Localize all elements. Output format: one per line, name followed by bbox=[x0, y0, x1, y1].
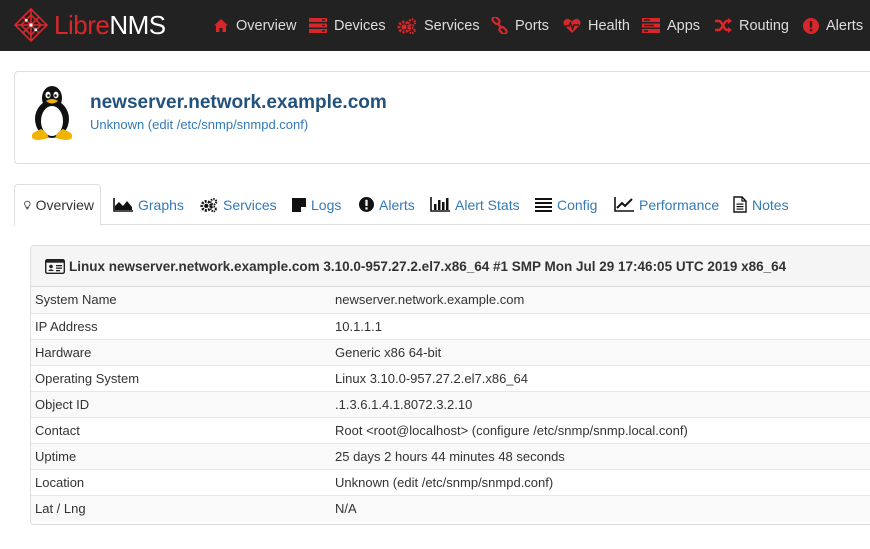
cogs-icon bbox=[397, 17, 417, 34]
nav-alerts-label: Alerts bbox=[826, 17, 864, 34]
area-chart-icon bbox=[113, 197, 133, 212]
tab-config[interactable]: Config bbox=[535, 184, 597, 225]
server-icon bbox=[309, 18, 327, 33]
sticky-note-icon bbox=[292, 197, 306, 212]
file-text-icon bbox=[733, 196, 747, 213]
overview-heading-text: Linux newserver.network.example.com 3.10… bbox=[69, 258, 787, 274]
device-location-link[interactable]: Unknown (edit /etc/snmp/snmpd.conf) bbox=[90, 117, 308, 132]
lightbulb-icon bbox=[24, 200, 31, 210]
table-row: Lat / Lng N/A bbox=[31, 494, 870, 521]
cogs-icon bbox=[200, 197, 218, 212]
brand-name: LibreNMS bbox=[54, 9, 166, 41]
device-overview-panel: Linux newserver.network.example.com 3.10… bbox=[30, 245, 870, 525]
tasks-icon bbox=[642, 18, 660, 33]
nav-ports[interactable]: Ports bbox=[491, 0, 549, 51]
nav-devices-label: Devices bbox=[334, 17, 386, 34]
row-value: 25 days 2 hours 44 minutes 48 seconds bbox=[335, 442, 870, 469]
nav-routing-label: Routing bbox=[739, 17, 789, 34]
row-key: Location bbox=[31, 468, 335, 495]
tab-overview[interactable]: Overview bbox=[14, 184, 101, 226]
nav-alerts[interactable]: Alerts bbox=[803, 0, 863, 51]
tab-notes[interactable]: Notes bbox=[733, 184, 789, 225]
align-justify-icon bbox=[535, 197, 552, 212]
tab-logs-label: Logs bbox=[311, 196, 342, 213]
row-value: Unknown (edit /etc/snmp/snmpd.conf) bbox=[335, 468, 870, 495]
table-row: Operating System Linux 3.10.0-957.27.2.e… bbox=[31, 364, 870, 391]
tab-performance-label: Performance bbox=[639, 196, 720, 213]
exclamation-circle-icon bbox=[359, 197, 374, 212]
nav-apps[interactable]: Apps bbox=[642, 0, 700, 51]
row-value: Generic x86 64-bit bbox=[335, 338, 870, 365]
top-navbar: LibreNMS Overview Devices Services Ports bbox=[0, 0, 870, 51]
nav-overview[interactable]: Overview bbox=[213, 0, 296, 51]
home-icon bbox=[214, 19, 228, 32]
brand-libre: Libre bbox=[54, 10, 110, 40]
tab-alert-stats-label: Alert Stats bbox=[455, 196, 520, 213]
heartbeat-icon bbox=[563, 18, 581, 33]
tab-services-label: Services bbox=[223, 196, 277, 213]
row-key: IP Address bbox=[31, 312, 335, 339]
row-key: Operating System bbox=[31, 364, 335, 391]
bar-chart-icon bbox=[430, 197, 450, 212]
nav-devices[interactable]: Devices bbox=[309, 0, 386, 51]
nav-ports-label: Ports bbox=[515, 17, 549, 34]
row-value: 10.1.1.1 bbox=[335, 312, 870, 339]
nav-services[interactable]: Services bbox=[397, 0, 480, 51]
exclamation-circle-icon bbox=[803, 17, 819, 34]
tab-alert-stats[interactable]: Alert Stats bbox=[430, 184, 520, 225]
device-header-panel: newserver.network.example.com Unknown (e… bbox=[14, 71, 870, 164]
row-key: Contact bbox=[31, 416, 335, 443]
overview-heading: Linux newserver.network.example.com 3.10… bbox=[31, 246, 870, 287]
link-icon bbox=[491, 17, 508, 34]
row-value: Linux 3.10.0-957.27.2.el7.x86_64 bbox=[335, 364, 870, 391]
device-tabs: Overview Graphs Services Logs Alerts Ale… bbox=[14, 184, 870, 226]
tab-overview-label: Overview bbox=[35, 197, 94, 213]
nav-health-label: Health bbox=[588, 17, 630, 34]
table-row: Object ID .1.3.6.1.4.1.8072.3.2.10 bbox=[31, 390, 870, 417]
row-value: newserver.network.example.com bbox=[335, 287, 870, 313]
librenms-logo-icon bbox=[14, 8, 48, 42]
row-value: Root <root@localhost> (configure /etc/sn… bbox=[335, 416, 870, 443]
tab-performance[interactable]: Performance bbox=[614, 184, 719, 225]
tab-alerts-label: Alerts bbox=[379, 196, 415, 213]
nav-apps-label: Apps bbox=[667, 17, 701, 34]
nav-routing[interactable]: Routing bbox=[714, 0, 789, 51]
row-value: N/A bbox=[335, 494, 870, 521]
row-key: System Name bbox=[31, 287, 335, 313]
tab-services[interactable]: Services bbox=[200, 184, 277, 225]
tab-graphs[interactable]: Graphs bbox=[113, 184, 184, 225]
table-row: Location Unknown (edit /etc/snmp/snmpd.c… bbox=[31, 468, 870, 495]
row-value: .1.3.6.1.4.1.8072.3.2.10 bbox=[335, 390, 870, 417]
table-row: Contact Root <root@localhost> (configure… bbox=[31, 416, 870, 443]
row-key: Uptime bbox=[31, 442, 335, 469]
overview-table: System Name newserver.network.example.co… bbox=[31, 287, 870, 521]
table-row: IP Address 10.1.1.1 bbox=[31, 312, 870, 339]
random-icon bbox=[715, 18, 732, 33]
nav-services-label: Services bbox=[424, 17, 480, 34]
row-key: Object ID bbox=[31, 390, 335, 417]
row-key: Lat / Lng bbox=[31, 494, 335, 521]
tab-config-label: Config bbox=[557, 196, 598, 213]
tab-notes-label: Notes bbox=[752, 196, 789, 213]
line-chart-icon bbox=[614, 197, 634, 212]
tab-graphs-label: Graphs bbox=[138, 196, 184, 213]
librenms-logo[interactable]: LibreNMS bbox=[14, 8, 166, 42]
row-key: Hardware bbox=[31, 338, 335, 365]
tab-logs[interactable]: Logs bbox=[292, 184, 341, 225]
brand-nms: NMS bbox=[109, 10, 166, 40]
table-row: Uptime 25 days 2 hours 44 minutes 48 sec… bbox=[31, 442, 870, 469]
nav-overview-label: Overview bbox=[236, 17, 297, 34]
linux-tux-icon bbox=[31, 86, 73, 140]
device-hostname[interactable]: newserver.network.example.com bbox=[90, 92, 387, 114]
table-row: Hardware Generic x86 64-bit bbox=[31, 338, 870, 365]
id-card-icon bbox=[45, 258, 65, 274]
table-row: System Name newserver.network.example.co… bbox=[31, 287, 870, 313]
tab-alerts[interactable]: Alerts bbox=[359, 184, 415, 225]
nav-health[interactable]: Health bbox=[563, 0, 630, 51]
